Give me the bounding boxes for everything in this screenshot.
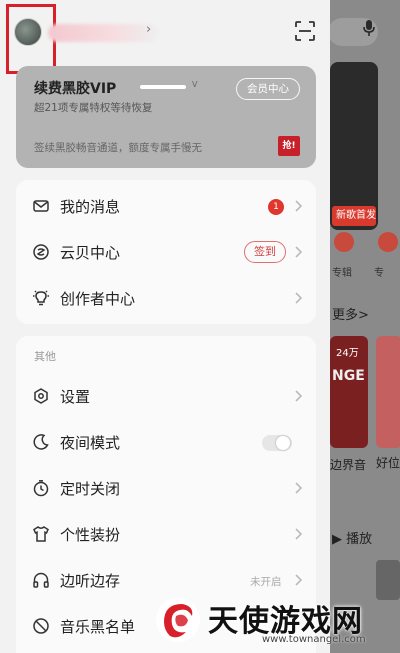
background-card-title: NGE <box>332 368 365 384</box>
menu-item-label: 设置 <box>60 388 91 406</box>
toggle-knob <box>276 436 290 450</box>
menu-item-night-mode[interactable]: 夜间模式 <box>16 420 316 466</box>
message-count-badge: 1 <box>268 199 284 215</box>
background-item-label: 专 <box>374 268 384 279</box>
timer-icon <box>32 479 50 497</box>
menu-item-settings[interactable]: 设置 <box>16 374 316 420</box>
vip-subtitle: 超21项专属特权等待恢复 <box>34 102 153 114</box>
group-title: 其他 <box>34 350 56 363</box>
menu-item-messages[interactable]: 我的消息 1 <box>16 184 316 230</box>
background-banner <box>330 62 378 230</box>
chevron-right-icon <box>294 290 304 304</box>
headphones-icon <box>32 571 50 589</box>
chevron-right-icon <box>294 480 304 494</box>
vip-card[interactable]: 续费黑胶VIP V 超21项专属特权等待恢复 会员中心 签续黑胶畅音通道，额度专… <box>16 66 316 168</box>
background-play-count: 24万 <box>336 348 359 359</box>
menu-group-main: 我的消息 1 云贝中心 签到 创作者中心 <box>16 180 316 324</box>
chevron-right-icon <box>294 198 304 212</box>
vip-center-button[interactable]: 会员中心 <box>236 78 300 100</box>
settings-icon <box>32 387 50 405</box>
avatar-highlight-box <box>6 4 56 74</box>
background-banner-tag: 新歌首发 <box>332 206 376 226</box>
watermark-url: www.townangel.com <box>262 634 366 645</box>
chevron-right-icon <box>294 388 304 402</box>
menu-item-label: 音乐黑名单 <box>60 618 136 636</box>
side-drawer: › 续费黑胶VIP V 超21项专属特权等待恢复 会员中心 签续黑胶畅音通道，额… <box>0 0 330 653</box>
vip-promo-text: 签续黑胶畅音通道，额度专属手慢无 <box>34 142 202 154</box>
chevron-right-icon[interactable]: › <box>146 22 151 37</box>
menu-item-label: 创作者中心 <box>60 290 136 308</box>
menu-item-label: 定时关闭 <box>60 480 121 498</box>
vip-title: 续费黑胶VIP <box>34 81 117 97</box>
background-card-label: 边界音 <box>330 458 367 472</box>
watermark-logo-icon <box>156 598 200 642</box>
username-blurred[interactable] <box>48 24 158 42</box>
vip-promo-badge[interactable]: 抢! <box>278 136 300 156</box>
tshirt-icon <box>32 525 50 543</box>
mail-icon <box>32 197 50 215</box>
chevron-right-icon <box>294 526 304 540</box>
coin-icon <box>32 243 50 261</box>
vip-progress-bar <box>140 85 186 89</box>
menu-item-label: 夜间模式 <box>60 434 121 452</box>
play-label-text: 播放 <box>346 532 373 547</box>
moon-icon <box>32 433 50 451</box>
chevron-right-icon <box>294 572 304 586</box>
menu-item-sleep-timer[interactable]: 定时关闭 <box>16 466 316 512</box>
sign-in-button[interactable]: 签到 <box>244 241 286 263</box>
background-play-label: ▶ 播放 <box>332 532 373 547</box>
background-card-label: 好位 <box>376 456 400 470</box>
background-album-icon <box>378 232 398 252</box>
microphone-icon <box>356 18 382 46</box>
chevron-right-icon <box>294 244 304 258</box>
menu-item-label: 我的消息 <box>60 198 121 216</box>
menu-item-cloud-coins[interactable]: 云贝中心 签到 <box>16 230 316 276</box>
background-playlist-card <box>376 336 400 448</box>
background-more-link: 更多> <box>332 308 369 323</box>
background-item-label: 专辑 <box>332 268 352 279</box>
vip-level-mark: V <box>192 80 198 89</box>
watermark: 天使游戏网 www.townangel.com <box>150 590 400 653</box>
menu-item-label: 个性装扮 <box>60 526 121 544</box>
menu-item-label: 云贝中心 <box>60 244 121 262</box>
block-icon <box>32 617 50 635</box>
drawer-header: › <box>0 0 330 74</box>
night-mode-toggle[interactable] <box>262 435 292 451</box>
menu-item-label: 边听边存 <box>60 572 121 590</box>
menu-item-personalize[interactable]: 个性装扮 <box>16 512 316 558</box>
menu-item-creator-center[interactable]: 创作者中心 <box>16 276 316 322</box>
background-album-icon <box>334 232 354 252</box>
status-text: 未开启 <box>250 576 282 588</box>
lightbulb-icon <box>32 289 50 307</box>
scan-icon[interactable] <box>294 20 316 42</box>
